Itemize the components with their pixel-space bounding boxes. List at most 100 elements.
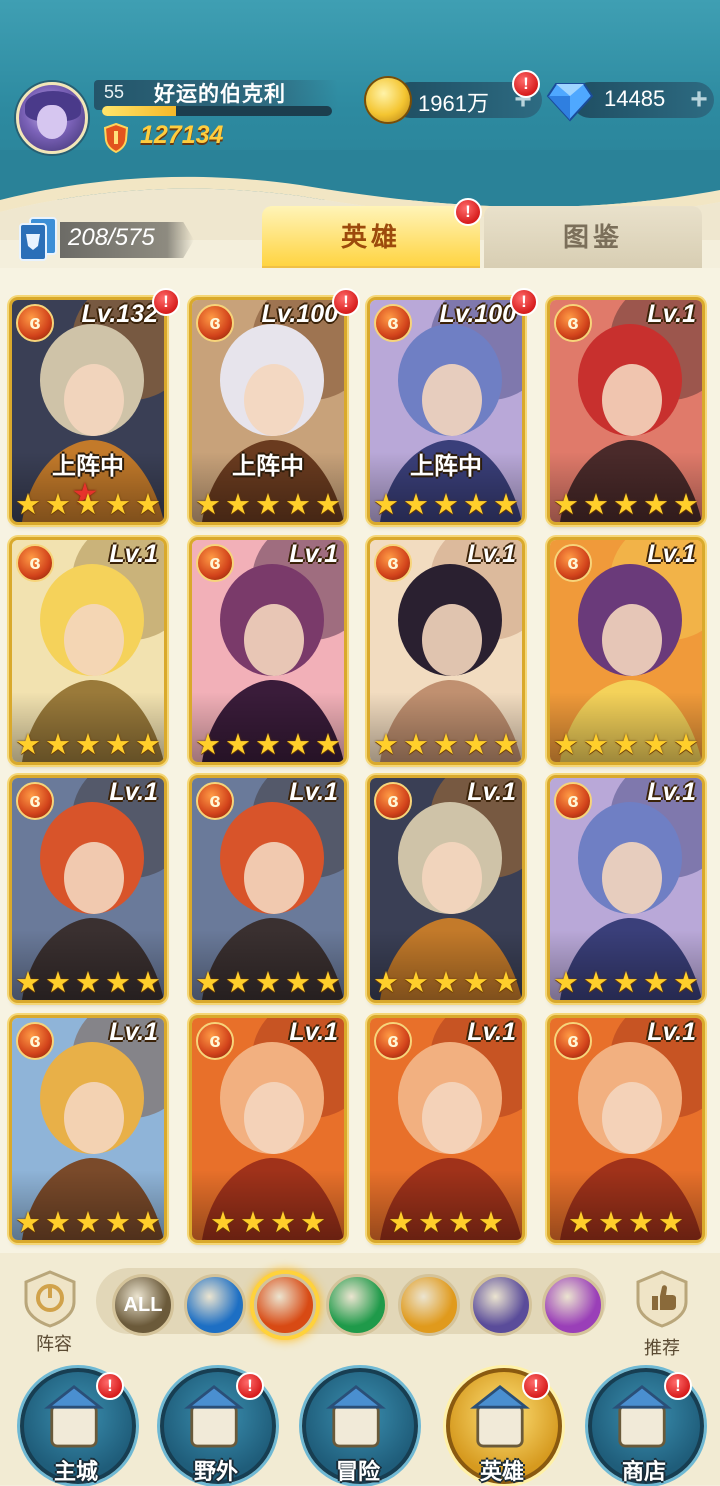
star-icon: ★	[75, 489, 101, 521]
star-icon: ★	[105, 489, 131, 521]
fire-element-icon: ɞ	[196, 1022, 234, 1060]
hero-level: Lv.1	[289, 778, 338, 806]
star-rating: ★ ★ ★ ★ ★	[12, 968, 164, 998]
lineup-label: 阵容	[36, 1334, 72, 1354]
star-icon: ★	[315, 967, 341, 999]
filter-chaos[interactable]	[542, 1274, 604, 1336]
hero-card[interactable]: ɞ Lv.1 ★ ★ ★ ★ ★	[550, 778, 702, 1000]
star-icon: ★	[240, 1207, 266, 1239]
deployed-label: 上阵中	[232, 453, 304, 480]
gold-coin-icon	[366, 78, 410, 122]
star-icon: ★	[463, 967, 489, 999]
star-rating: ★ ★ ★ ★	[370, 1208, 522, 1238]
player-avatar[interactable]	[16, 82, 88, 154]
star-rating: ★ ★ ★ ★ ★	[370, 730, 522, 760]
star-icon: ★	[583, 967, 609, 999]
hero-card[interactable]: ɞ Lv.1 ★ ★ ★ ★ ★	[370, 540, 522, 762]
hero-card[interactable]: ɞ Lv.1 ★ ★ ★ ★ ★	[192, 540, 344, 762]
hero-card[interactable]: ɞ Lv.1 ★ ★ ★ ★	[550, 1018, 702, 1240]
star-icon: ★	[225, 729, 251, 761]
star-icon: ★	[225, 489, 251, 521]
lineup-button[interactable]	[20, 1268, 80, 1328]
star-icon: ★	[448, 1207, 474, 1239]
star-rating: ★ ★ ★ ★ ★	[12, 490, 164, 520]
hero-card[interactable]: ɞ Lv.1 ★ ★ ★ ★	[192, 1018, 344, 1240]
star-icon: ★	[15, 729, 41, 761]
star-rating: ★ ★ ★ ★ ★	[370, 490, 522, 520]
star-icon: ★	[315, 489, 341, 521]
star-icon: ★	[75, 1207, 101, 1239]
star-rating: ★ ★ ★ ★ ★	[550, 490, 702, 520]
star-icon: ★	[135, 729, 161, 761]
hero-card[interactable]: ɞ Lv.132 上阵中 ★ ★ ★ ★ ★ ★	[12, 300, 164, 522]
star-icon: ★	[285, 967, 311, 999]
fire-element-icon: ɞ	[554, 304, 592, 342]
tab-codex[interactable]: 图鉴	[484, 206, 702, 268]
nav-alert-badge: !	[664, 1372, 692, 1400]
hero-card[interactable]: ɞ Lv.1 ★ ★ ★ ★ ★	[370, 778, 522, 1000]
filter-fire[interactable]	[254, 1274, 316, 1336]
star-icon: ★	[673, 489, 699, 521]
star-icon: ★	[45, 967, 71, 999]
power-shield-icon	[104, 123, 128, 153]
star-icon: ★	[373, 967, 399, 999]
star-icon: ★	[643, 489, 669, 521]
fire-element-icon: ɞ	[196, 544, 234, 582]
exp-bar	[102, 106, 332, 116]
star-icon: ★	[75, 729, 101, 761]
filter-light[interactable]	[398, 1274, 460, 1336]
fire-element-icon: ɞ	[16, 1022, 54, 1060]
fire-element-icon: ɞ	[374, 782, 412, 820]
hero-card[interactable]: ɞ Lv.1 ★ ★ ★ ★ ★	[550, 540, 702, 762]
recommend-button[interactable]	[632, 1268, 692, 1328]
hero-card[interactable]: ɞ Lv.100 上阵中 ★ ★ ★ ★ ★	[192, 300, 344, 522]
hero-card[interactable]: ɞ Lv.1 ★ ★ ★ ★ ★	[12, 540, 164, 762]
hero-alert-badge: !	[332, 288, 360, 316]
nav-label: 商店	[621, 1459, 666, 1484]
star-icon: ★	[135, 489, 161, 521]
hero-card[interactable]: ɞ Lv.1 ★ ★ ★ ★ ★	[550, 300, 702, 522]
hero-level: Lv.1	[109, 1018, 158, 1046]
fire-element-icon: ɞ	[374, 544, 412, 582]
nav-label: 英雄	[479, 1459, 524, 1484]
filter-dark[interactable]	[470, 1274, 532, 1336]
star-icon: ★	[403, 967, 429, 999]
tab-heroes[interactable]: 英雄	[262, 206, 480, 268]
star-icon: ★	[15, 967, 41, 999]
filter-nature[interactable]	[326, 1274, 388, 1336]
star-icon: ★	[285, 729, 311, 761]
fire-element-icon: ɞ	[554, 782, 592, 820]
star-icon: ★	[493, 967, 519, 999]
star-icon: ★	[45, 489, 71, 521]
star-icon: ★	[598, 1207, 624, 1239]
star-icon: ★	[553, 967, 579, 999]
star-icon: ★	[463, 729, 489, 761]
hero-level: Lv.100	[261, 300, 338, 328]
nav-label: 野外	[193, 1459, 238, 1484]
star-icon: ★	[45, 729, 71, 761]
star-icon: ★	[583, 489, 609, 521]
hero-card[interactable]: ɞ Lv.1 ★ ★ ★ ★ ★	[12, 1018, 164, 1240]
fire-element-icon: ɞ	[16, 782, 54, 820]
hero-card[interactable]: ɞ Lv.1 ★ ★ ★ ★ ★	[12, 778, 164, 1000]
hero-card[interactable]: ɞ Lv.1 ★ ★ ★ ★	[370, 1018, 522, 1240]
star-icon: ★	[135, 967, 161, 999]
hero-level: Lv.1	[467, 1018, 516, 1046]
nav-alert-badge: !	[236, 1372, 264, 1400]
star-icon: ★	[568, 1207, 594, 1239]
star-icon: ★	[583, 729, 609, 761]
star-rating: ★ ★ ★ ★ ★	[550, 730, 702, 760]
filter-all[interactable]: ALL	[112, 1274, 174, 1336]
star-rating: ★ ★ ★ ★ ★	[12, 1208, 164, 1238]
star-icon: ★	[658, 1207, 684, 1239]
hero-card[interactable]: ɞ Lv.1 ★ ★ ★ ★ ★	[192, 778, 344, 1000]
filter-water[interactable]	[184, 1274, 246, 1336]
hero-card[interactable]: ɞ Lv.100 上阵中 ★ ★ ★ ★ ★	[370, 300, 522, 522]
star-icon: ★	[433, 489, 459, 521]
add-diamond-button[interactable]: +	[686, 85, 712, 115]
star-icon: ★	[195, 967, 221, 999]
star-icon: ★	[433, 729, 459, 761]
hero-level: Lv.1	[647, 778, 696, 806]
deployed-label: 上阵中	[52, 453, 124, 480]
star-rating: ★ ★ ★ ★ ★	[370, 968, 522, 998]
